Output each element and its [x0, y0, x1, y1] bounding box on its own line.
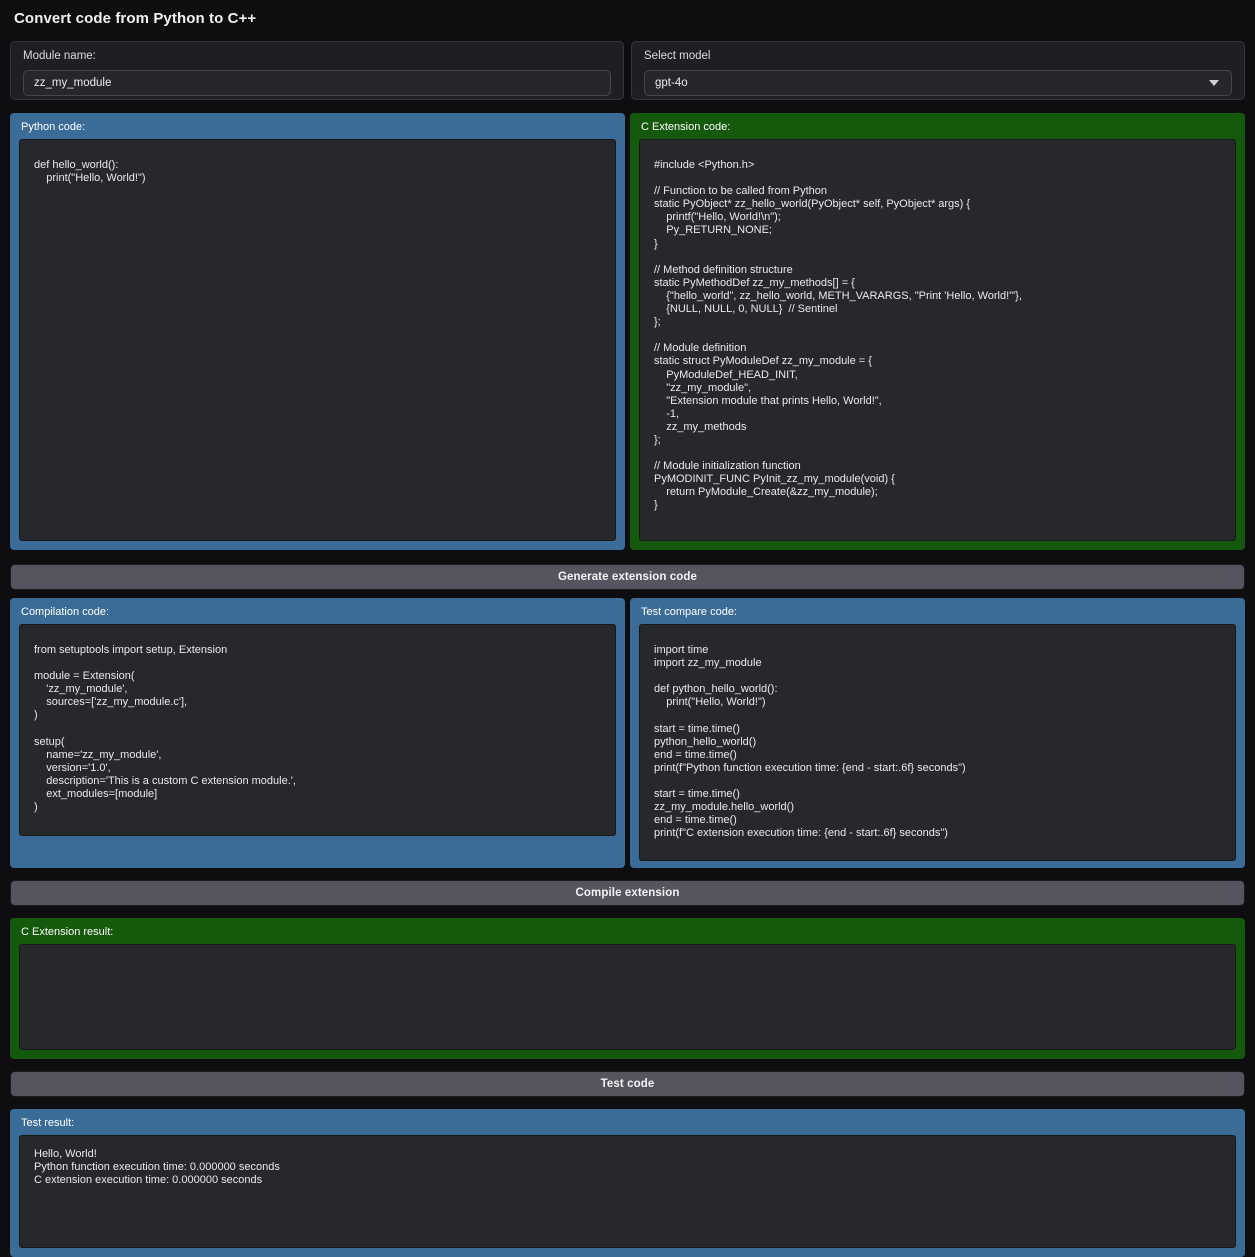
generate-extension-code-button[interactable]: Generate extension code [10, 564, 1245, 590]
app-page: Convert code from Python to C++ Module n… [0, 0, 1255, 1257]
test-compare-code-panel: Test compare code: import time import zz… [630, 598, 1245, 868]
python-code-text: def hello_world(): print("Hello, World!"… [34, 159, 601, 185]
module-name-input[interactable] [23, 70, 611, 96]
c-extension-result-label: C Extension result: [19, 918, 1236, 944]
python-code-panel: Python code: def hello_world(): print("H… [10, 113, 625, 550]
compilation-code-label: Compilation code: [19, 598, 616, 624]
test-result-panel: Test result: Hello, World! Python functi… [10, 1109, 1245, 1257]
code-panels-row: Python code: def hello_world(): print("H… [10, 113, 1245, 550]
compilation-code-panel: Compilation code: from setuptools import… [10, 598, 625, 868]
c-extension-result-panel: C Extension result: [10, 918, 1245, 1059]
model-select-block: Select model gpt-4o [631, 41, 1245, 100]
config-row: Module name: Select model gpt-4o [10, 41, 1245, 100]
test-compare-code-label: Test compare code: [639, 598, 1236, 624]
test-compare-code-text: import time import zz_my_module def pyth… [654, 644, 1221, 840]
compilation-code-text: from setuptools import setup, Extension … [34, 644, 601, 814]
test-result-label: Test result: [19, 1109, 1236, 1135]
c-extension-code-panel: C Extension code: #include <Python.h> //… [630, 113, 1245, 550]
test-code-button[interactable]: Test code [10, 1071, 1245, 1097]
test-compare-code-textbox[interactable]: import time import zz_my_module def pyth… [639, 624, 1236, 861]
c-extension-code-text: #include <Python.h> // Function to be ca… [654, 159, 1221, 513]
test-result-textbox[interactable]: Hello, World! Python function execution … [19, 1135, 1236, 1248]
chevron-down-icon [1209, 80, 1219, 86]
c-extension-code-label: C Extension code: [639, 113, 1236, 139]
model-select[interactable]: gpt-4o [644, 70, 1232, 96]
compile-panels-row: Compilation code: from setuptools import… [10, 598, 1245, 868]
compilation-code-textbox[interactable]: from setuptools import setup, Extension … [19, 624, 616, 836]
python-code-textbox[interactable]: def hello_world(): print("Hello, World!"… [19, 139, 616, 541]
page-title: Convert code from Python to C++ [14, 10, 1245, 27]
c-extension-result-textbox[interactable] [19, 944, 1236, 1050]
module-name-block: Module name: [10, 41, 624, 100]
c-extension-code-textbox[interactable]: #include <Python.h> // Function to be ca… [639, 139, 1236, 541]
model-select-value: gpt-4o [655, 77, 688, 89]
module-name-label: Module name: [23, 50, 611, 62]
model-select-label: Select model [644, 50, 1232, 62]
compile-extension-button[interactable]: Compile extension [10, 880, 1245, 906]
python-code-label: Python code: [19, 113, 616, 139]
test-result-text: Hello, World! Python function execution … [34, 1148, 1221, 1187]
